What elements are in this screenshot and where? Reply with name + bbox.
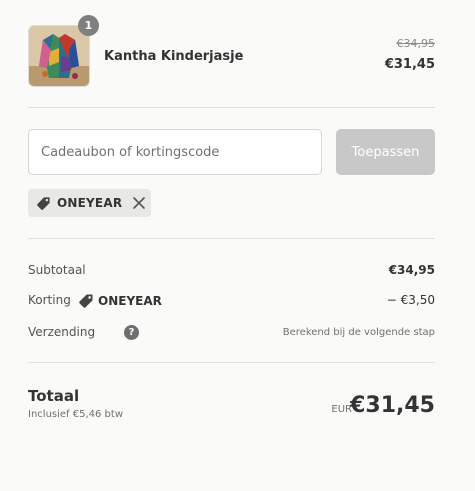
- currency-code: EUR: [331, 404, 352, 415]
- order-summary: 1 Kantha Kinderjasje €34,95 €31,45 Toepa…: [28, 0, 435, 491]
- product-thumbnail: [28, 25, 90, 87]
- shipping-value: Berekend bij de volgende stap: [282, 327, 435, 338]
- discount-code-input[interactable]: [28, 129, 322, 175]
- applied-discount-chip: ONEYEAR: [28, 189, 151, 217]
- shipping-label: Verzending: [28, 325, 96, 339]
- tax-note: Inclusief €5,46 btw: [28, 409, 123, 420]
- line-item: 1 Kantha Kinderjasje €34,95 €31,45: [28, 15, 436, 87]
- discounted-price: €31,45: [384, 57, 435, 72]
- original-price: €34,95: [396, 37, 436, 50]
- applied-discount-code: ONEYEAR: [57, 196, 123, 210]
- question-icon[interactable]: ?: [124, 325, 139, 340]
- discount-code-label: ONEYEAR: [98, 294, 162, 308]
- apply-discount-button[interactable]: Toepassen: [336, 129, 435, 175]
- divider: [28, 362, 435, 363]
- discount-code-tag: ONEYEAR: [78, 293, 162, 309]
- tag-icon: [37, 196, 50, 210]
- subtotal-value: €34,95: [388, 263, 435, 277]
- divider: [28, 238, 435, 239]
- tag-icon: [79, 294, 93, 308]
- total-label: Totaal: [28, 387, 80, 405]
- total-value: €31,45: [350, 393, 435, 418]
- jacket-thumbnail-icon: [29, 26, 89, 86]
- discount-value: − €3,50: [386, 293, 435, 307]
- discount-label: Korting: [28, 293, 71, 307]
- quantity-badge: 1: [78, 15, 99, 36]
- subtotal-label: Subtotaal: [28, 263, 86, 277]
- product-name: Kantha Kinderjasje: [104, 49, 244, 64]
- close-icon[interactable]: [131, 195, 147, 211]
- divider: [28, 107, 435, 108]
